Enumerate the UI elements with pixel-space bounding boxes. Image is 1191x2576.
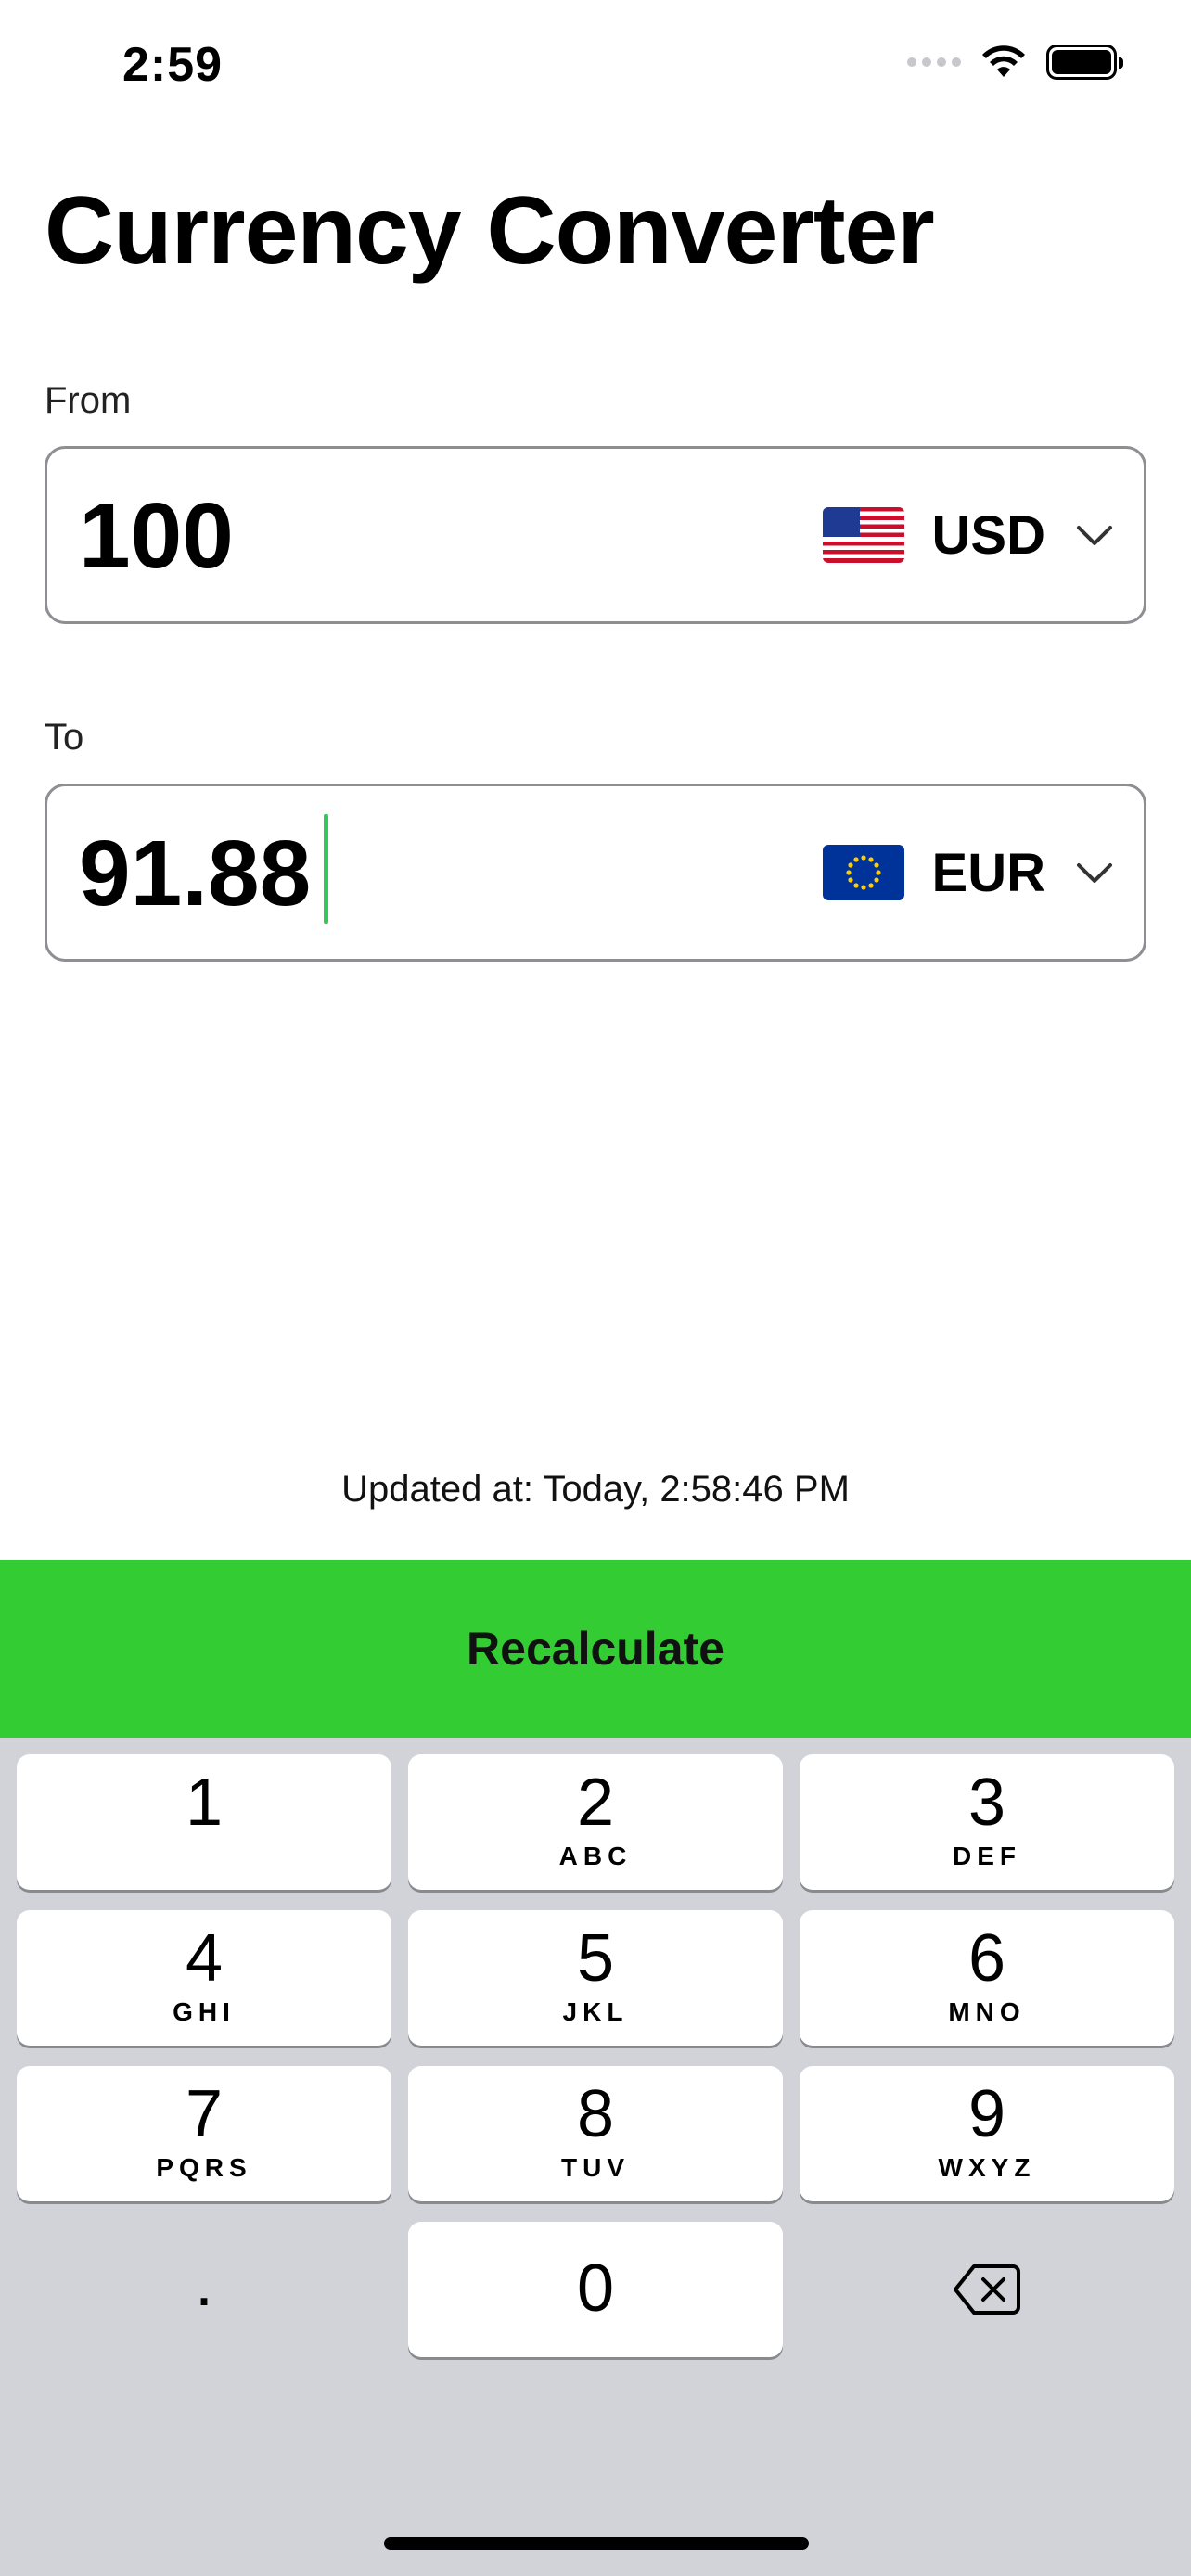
recalculate-button[interactable]: Recalculate [0, 1560, 1191, 1738]
to-currency-picker[interactable]: EUR [822, 786, 1116, 959]
key-letters: PQRS [156, 2153, 252, 2182]
key-4[interactable]: 4 GHI [17, 1910, 391, 2046]
numeric-keypad: 1 2 ABC 3 DEF 4 GHI 5 JKL 6 MNO 7 PQRS 8 [0, 1738, 1191, 2576]
to-currency-code: EUR [931, 842, 1045, 903]
backspace-icon [954, 2264, 1020, 2315]
key-8[interactable]: 8 TUV [408, 2066, 783, 2201]
key-5[interactable]: 5 JKL [408, 1910, 783, 2046]
key-digit: 3 [967, 1766, 1006, 1840]
eu-flag-icon [822, 845, 904, 900]
key-letters: WXYZ [938, 2153, 1036, 2182]
key-2[interactable]: 2 ABC [408, 1754, 783, 1890]
status-time: 2:59 [122, 38, 224, 92]
key-digit: 7 [185, 2077, 224, 2151]
key-decimal-point[interactable]: . [17, 2222, 391, 2357]
key-3[interactable]: 3 DEF [800, 1754, 1174, 1890]
home-indicator [384, 2537, 809, 2550]
status-bar: 2:59 [0, 0, 1191, 130]
currency-converter-screen: 2:59 Currency Converter From 100 USD To … [0, 0, 1191, 2576]
key-letters: JKL [562, 1997, 629, 2026]
chevron-down-icon [1077, 863, 1112, 883]
key-digit: . [194, 2246, 213, 2320]
to-label: To [45, 717, 84, 758]
key-6[interactable]: 6 MNO [800, 1910, 1174, 2046]
updated-timestamp: Updated at: Today, 2:58:46 PM [341, 1469, 850, 1510]
key-letters: GHI [173, 1997, 236, 2026]
key-digit: 8 [576, 2077, 615, 2151]
key-1[interactable]: 1 [17, 1754, 391, 1890]
key-digit: 2 [576, 1766, 615, 1840]
status-icons [907, 45, 1123, 80]
to-amount-field[interactable]: 91.88 EUR [45, 784, 1146, 962]
page-title: Currency Converter [45, 177, 935, 285]
key-digit: 9 [967, 2077, 1006, 2151]
to-amount-value[interactable]: 91.88 [79, 822, 311, 925]
text-cursor [324, 814, 328, 924]
key-0[interactable]: 0 [408, 2222, 783, 2357]
from-currency-code: USD [931, 504, 1045, 566]
from-label: From [45, 380, 132, 421]
key-digit: 1 [185, 1766, 224, 1840]
key-letters: MNO [948, 1997, 1026, 2026]
wifi-icon [982, 45, 1025, 77]
key-digit: 5 [576, 1921, 615, 1996]
key-digit: 4 [185, 1921, 224, 1996]
key-digit: 6 [967, 1921, 1006, 1996]
key-9[interactable]: 9 WXYZ [800, 2066, 1174, 2201]
key-backspace[interactable] [800, 2222, 1174, 2357]
chevron-down-icon [1077, 526, 1112, 545]
key-digit: 0 [576, 2251, 615, 2326]
from-amount-value[interactable]: 100 [79, 484, 234, 588]
from-currency-picker[interactable]: USD [822, 449, 1116, 621]
key-letters: TUV [561, 2153, 630, 2182]
us-flag-icon [822, 507, 904, 563]
key-letters: DEF [953, 1842, 1021, 1870]
key-letters: ABC [558, 1842, 633, 1870]
key-7[interactable]: 7 PQRS [17, 2066, 391, 2201]
cellular-signal-icon [907, 57, 961, 67]
battery-icon [1046, 45, 1123, 80]
from-amount-field[interactable]: 100 USD [45, 446, 1146, 624]
